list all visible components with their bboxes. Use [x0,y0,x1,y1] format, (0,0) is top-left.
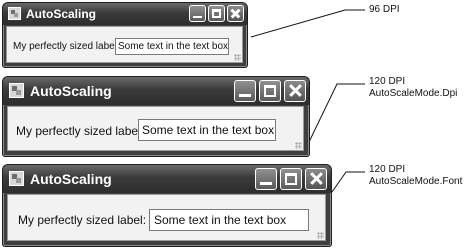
maximize-icon [212,9,221,18]
client-area: My perfectly sized label: Some text in t… [7,106,304,151]
close-button[interactable] [227,5,244,22]
title-bar[interactable]: AutoScaling [3,165,331,193]
title-bar[interactable]: AutoScaling [3,3,247,25]
resize-grip[interactable] [317,232,324,239]
close-icon [228,6,243,21]
maximize-icon [285,173,297,185]
text-box[interactable]: Some text in the text box [149,209,309,231]
client-area: My perfectly sized label: Some text in t… [6,26,243,63]
close-icon [285,81,305,101]
resize-grip[interactable] [234,54,241,61]
text-box[interactable]: Some text in the text box [138,119,276,141]
text-box[interactable]: Some text in the text box [115,38,229,55]
close-icon [306,169,326,189]
leader-line-120dpi-dpi [308,83,365,143]
annotation-line1: 96 DPI [369,4,400,15]
app-icon [8,7,21,20]
minimize-icon [239,94,251,98]
maximize-button[interactable] [208,5,225,22]
autoscaling-window-120dpi-font: AutoScaling My perfectly sized label: So… [2,164,332,247]
minimize-button[interactable] [234,80,256,102]
annotation-line1: 120 DPI [369,76,406,87]
annotation-line2: AutoScaleMode.Font [369,176,463,187]
annotation-line2: AutoScaleMode.Dpi [369,88,458,99]
autoscaling-window-96dpi: AutoScaling My perfectly sized label: So… [2,2,248,68]
leader-line-96dpi [250,9,365,38]
app-icon [9,171,24,186]
minimize-icon [193,16,202,19]
maximize-icon [264,85,276,97]
window-title: AutoScaling [30,171,112,187]
minimize-button[interactable] [255,168,277,190]
autoscaling-window-120dpi-dpi: AutoScaling My perfectly sized label: So… [2,76,310,157]
resize-grip[interactable] [295,142,302,149]
minimize-icon [260,182,272,186]
close-button[interactable] [305,168,327,190]
maximize-button[interactable] [259,80,281,102]
window-title: AutoScaling [26,7,97,21]
perfectly-sized-label: My perfectly sized label: [13,41,120,52]
minimize-button[interactable] [189,5,206,22]
app-icon [9,83,24,98]
annotation-120dpi-dpi: 120 DPI AutoScaleMode.Dpi [369,76,457,100]
close-button[interactable] [284,80,306,102]
annotation-120dpi-font: 120 DPI AutoScaleMode.Font [369,164,462,188]
annotation-line1: 120 DPI [369,164,406,175]
perfectly-sized-label: My perfectly sized label: [16,124,145,138]
maximize-button[interactable] [280,168,302,190]
window-title: AutoScaling [30,83,112,99]
perfectly-sized-label: My perfectly sized label: [18,213,147,227]
leader-line-120dpi-font [331,171,365,193]
client-area: My perfectly sized label: Some text in t… [7,194,326,241]
title-bar[interactable]: AutoScaling [3,77,309,105]
annotation-96dpi: 96 DPI [369,4,400,16]
